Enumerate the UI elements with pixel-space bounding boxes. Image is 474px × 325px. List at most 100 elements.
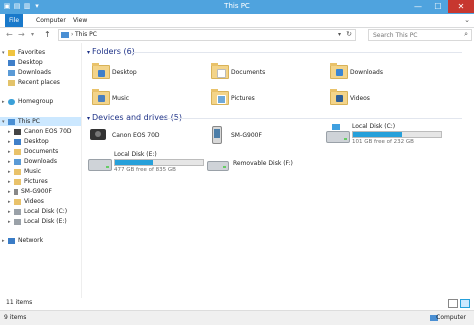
camera-icon [14,128,21,135]
tab-file[interactable]: File [5,14,23,27]
folders-header[interactable]: ▾ Folders (6) [87,47,135,56]
expand-ribbon-icon[interactable]: ⌄ [464,16,470,24]
folder-music[interactable]: Music [90,87,190,109]
bottom-item-count: 9 items [4,314,27,321]
recent-locations-icon[interactable]: ▾ [31,29,34,40]
tiles-view-icon[interactable] [460,299,470,308]
desktop-icon [8,59,15,66]
document-icon [217,69,226,78]
location-label: Computer [436,314,466,321]
collapse-arrow-icon[interactable]: ▾ [87,49,90,56]
breadcrumb-separator: › [71,31,74,38]
documents-icon [14,148,21,155]
navigation-pane: ▾ Favorites Desktop Downloads Recent plac… [0,43,82,298]
camera-icon [90,129,106,140]
up-arrow-icon[interactable]: ↑ [44,29,51,40]
disk-usage-bar [352,131,442,138]
sidebar-item-music[interactable]: ▸ Music [8,167,41,176]
window-title: This PC [224,2,250,10]
this-pc-icon [8,118,15,125]
removable-drive-icon [207,161,229,171]
tab-computer[interactable]: Computer [31,14,71,27]
close-button[interactable]: ✕ [448,0,474,13]
ribbon: File Computer View ⌄ [0,14,474,28]
phone-icon [212,126,222,144]
folder-icon [211,89,229,105]
music-note-icon [98,95,105,102]
videos-icon [14,198,21,205]
device-local-disk-e[interactable]: Local Disk (E:) 477 GB free of 835 GB [88,151,208,177]
desktop-icon [14,138,21,145]
film-icon [336,95,343,102]
folder-icon [92,89,110,105]
view-switcher [448,299,470,308]
drive-icon [14,208,21,215]
folder-icon [330,89,348,105]
refresh-icon[interactable]: ↻ [346,30,352,38]
sidebar-homegroup[interactable]: ▸ Homegroup [2,97,53,106]
homegroup-icon [8,98,15,105]
disk-usage-fill [353,132,403,137]
disk-usage-fill [115,160,153,165]
folder-icon [211,63,229,79]
search-input[interactable] [369,30,457,40]
sidebar-item-pictures[interactable]: ▸ Pictures [8,177,48,186]
sidebar-item-documents[interactable]: ▸ Documents [8,147,58,156]
device-local-disk-c[interactable]: Local Disk (C:) 101 GB free of 232 GB [326,123,466,149]
desktop-icon [98,70,105,77]
drive-icon [14,218,21,225]
picture-icon [217,95,226,104]
section-divider [132,52,462,53]
maximize-button[interactable]: ☐ [428,0,448,13]
sidebar-item-local-disk-e[interactable]: ▸ Local Disk (E:) [8,217,67,226]
sidebar-item-local-disk-c[interactable]: ▸ Local Disk (C:) [8,207,67,216]
device-canon[interactable]: Canon EOS 70D [88,125,198,147]
status-bar: 11 items [0,298,474,308]
folder-desktop[interactable]: Desktop [90,61,190,83]
content-pane: ▾ Folders (6) Desktop Documents Downloads… [82,43,470,298]
star-icon [8,49,15,56]
tab-view[interactable]: View [68,14,92,27]
search-icon: ⌕ [464,30,468,38]
folder-downloads[interactable]: Downloads [328,61,428,83]
details-view-icon[interactable] [448,299,458,308]
device-sm-g900f[interactable]: SM-G900F [207,125,317,147]
folder-documents[interactable]: Documents [209,61,309,83]
drive-icon [88,159,112,171]
address-bar[interactable]: › This PC ▾ ↻ [58,29,356,41]
folder-videos[interactable]: Videos [328,87,428,109]
downloads-icon [8,69,15,76]
forward-arrow-icon[interactable]: → [18,29,25,40]
sidebar-favorites[interactable]: ▾ Favorites [2,48,45,57]
sidebar-network[interactable]: ▸ Network [2,236,43,245]
sidebar-item-sm-g900f[interactable]: ▸ SM-G900F [8,187,52,196]
folder-pictures[interactable]: Pictures [209,87,309,109]
sidebar-item-downloads-pc[interactable]: ▸ Downloads [8,157,57,166]
music-icon [14,168,21,175]
folder-icon [92,63,110,79]
this-pc-icon [61,32,69,38]
section-divider [164,118,462,119]
breadcrumb-this-pc[interactable]: This PC [75,31,97,38]
phone-icon [14,188,18,195]
minimize-button[interactable]: — [408,0,428,13]
downloads-icon [14,158,21,165]
sidebar-item-desktop-pc[interactable]: ▸ Desktop [8,137,49,146]
sidebar-item-canon[interactable]: ▸ Canon EOS 70D [8,127,72,136]
sidebar-item-desktop[interactable]: Desktop [8,58,43,67]
collapse-arrow-icon[interactable]: ▾ [87,115,90,122]
sidebar-item-downloads[interactable]: Downloads [8,68,51,77]
address-dropdown-icon[interactable]: ▾ [338,31,341,38]
sidebar-item-recent-places[interactable]: Recent places [8,78,60,87]
disk-usage-bar [114,159,204,166]
pictures-icon [14,178,21,185]
drive-icon [326,131,350,143]
windows-logo-icon [332,124,340,130]
device-removable-f[interactable]: Removable Disk (F:) [207,151,327,177]
search-box[interactable]: ⌕ [368,29,472,41]
folder-icon [330,63,348,79]
bottom-status-bar: 9 items Computer [0,310,474,325]
back-arrow-icon[interactable]: ← [6,29,13,40]
sidebar-this-pc[interactable]: ▾ This PC [0,117,81,126]
sidebar-item-videos[interactable]: ▸ Videos [8,197,44,206]
